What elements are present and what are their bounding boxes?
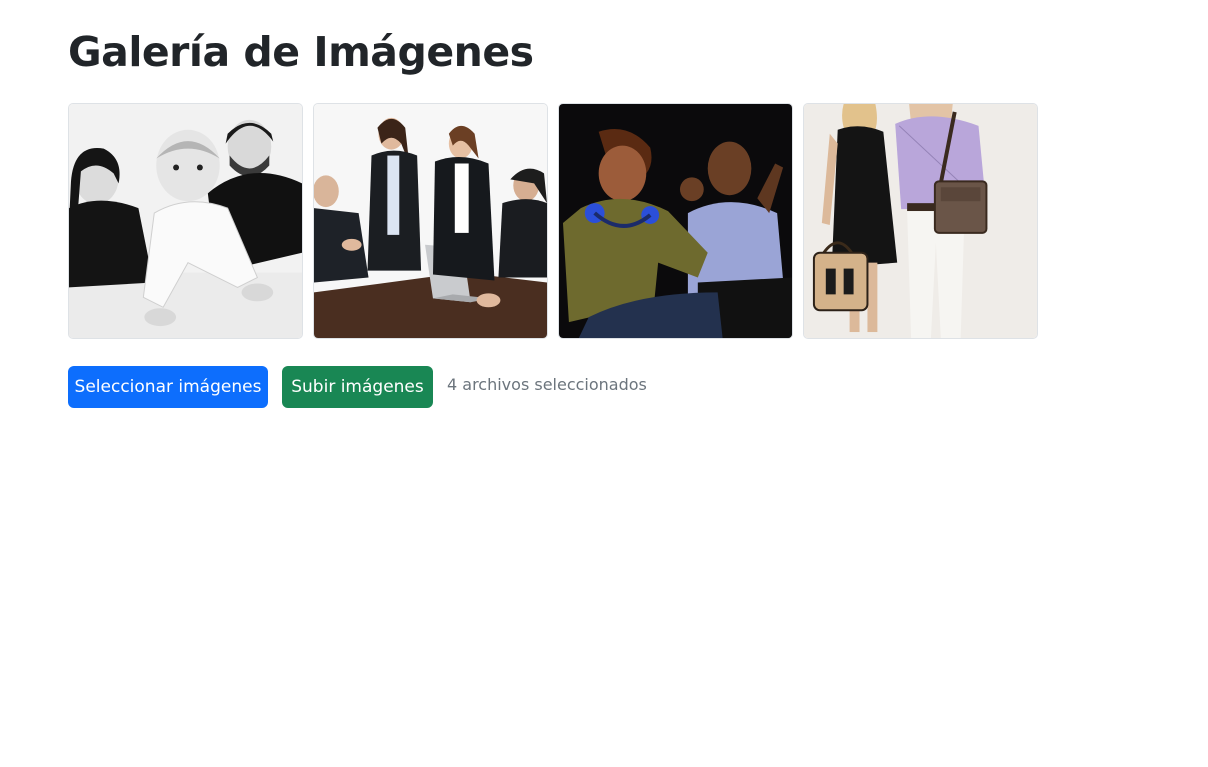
upload-images-button[interactable]: Subir imágenes	[282, 366, 433, 408]
select-images-button[interactable]: Seleccionar imágenes	[68, 366, 268, 408]
family-photo-image	[69, 104, 302, 338]
business-photo-image	[314, 104, 547, 338]
gallery-image-fashion[interactable]	[803, 103, 1038, 339]
page-title: Galería de Imágenes	[68, 28, 534, 76]
gallery-image-dancing[interactable]	[558, 103, 793, 339]
gallery-image-family[interactable]	[68, 103, 303, 339]
selected-files-status: 4 archivos seleccionados	[447, 375, 647, 394]
dancing-photo-image	[559, 104, 792, 338]
gallery-image-business[interactable]	[313, 103, 548, 339]
fashion-photo-image	[804, 104, 1037, 338]
page-container: Galería de Imágenes Seleccionar imágenes…	[0, 0, 1208, 767]
